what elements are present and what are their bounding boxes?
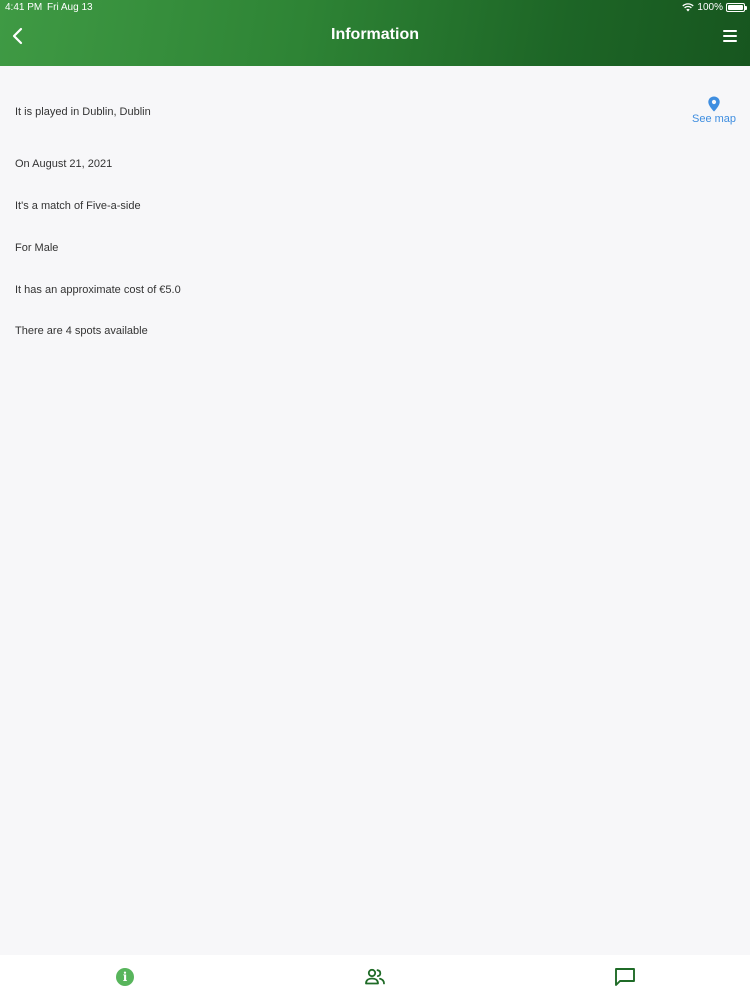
info-circle-icon: i [116,968,134,986]
see-map-label: See map [691,113,737,125]
hamburger-menu-icon [723,30,737,32]
chat-bubble-icon [615,968,635,986]
app-header: 4:41 PM Fri Aug 13 100% Information [0,0,750,66]
see-map-button[interactable]: See map [688,96,740,125]
menu-button[interactable] [720,26,740,46]
map-pin-icon [708,96,720,112]
tab-info[interactable]: i [113,965,137,989]
tab-chat[interactable] [613,965,637,989]
people-icon [365,968,385,985]
gender-text: For Male [15,242,59,254]
battery-icon [726,3,747,12]
location-text: It is played in Dublin, Dublin [15,106,151,118]
match-type-text: It's a match of Five-a-side [15,200,141,212]
status-indicators: 100% [682,2,747,13]
status-time: 4:41 PM [5,2,43,13]
spots-text: There are 4 spots available [15,325,148,337]
date-text: On August 21, 2021 [15,158,113,170]
battery-percentage: 100% [697,2,723,13]
bottom-tab-bar: i [0,955,750,1000]
cost-text: It has an approximate cost of €5.0 [15,284,181,296]
status-bar: 4:41 PM Fri Aug 13 100% [0,0,750,16]
wifi-icon [682,3,695,12]
page-title: Information [331,26,419,43]
status-date: Fri Aug 13 [47,2,93,13]
tab-players[interactable] [363,965,387,989]
